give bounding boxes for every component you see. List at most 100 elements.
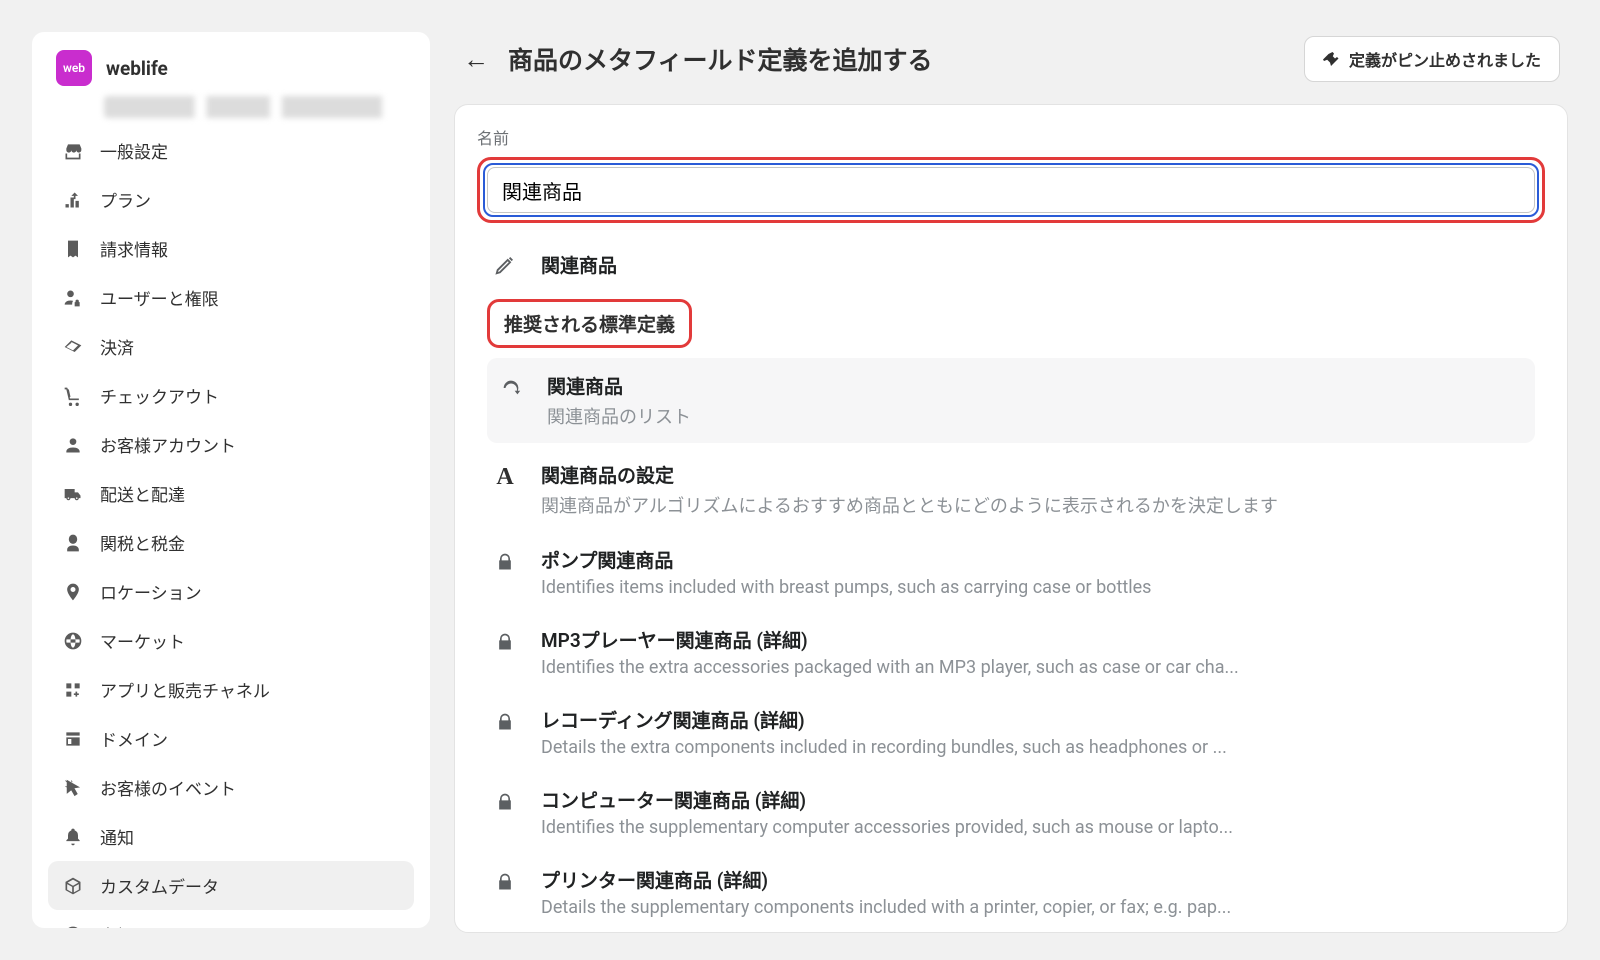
suggestion-desc: Details the supplementary components inc…: [541, 897, 1531, 918]
pencil-icon: [491, 251, 519, 279]
suggestion-item[interactable]: 関連商品関連商品のリスト: [487, 358, 1535, 443]
sidebar-item-cursor[interactable]: お客様のイベント: [48, 763, 414, 812]
name-field-label: 名前: [477, 125, 1545, 149]
sidebar-item-label: 言語: [100, 922, 134, 928]
create-option[interactable]: 関連商品: [473, 235, 1549, 293]
settings-sidebar: web weblife 一般設定プラン請求情報ユーザーと権限決済チェックアウトお…: [32, 32, 430, 928]
suggestion-item[interactable]: コンピューター関連商品 (詳細) Identifies the supplemen…: [473, 772, 1549, 852]
loop-icon: [497, 374, 525, 402]
sidebar-item-cart[interactable]: チェックアウト: [48, 371, 414, 420]
back-button[interactable]: ←: [462, 45, 490, 73]
font-icon: A: [491, 463, 519, 491]
suggestion-desc: 関連商品のリスト: [547, 403, 1525, 429]
suggestion-desc: 関連商品がアルゴリズムによるおすすめ商品とともにどのように表示されるかを決定しま…: [541, 492, 1531, 518]
sidebar-item-label: カスタムデータ: [100, 873, 219, 898]
suggestion-item[interactable]: A 関連商品の設定関連商品がアルゴリズムによるおすすめ商品とともにどのように表示さ…: [473, 447, 1549, 532]
package-icon: [62, 875, 84, 897]
sidebar-item-store[interactable]: 一般設定: [48, 126, 414, 175]
sidebar-item-label: 配送と配達: [100, 481, 185, 506]
sidebar-item-globe[interactable]: マーケット: [48, 616, 414, 665]
domain-icon: [62, 728, 84, 750]
suggestion-item[interactable]: MP3プレーヤー関連商品 (詳細) Identifies the extra ac…: [473, 612, 1549, 692]
suggestion-desc: Identifies items included with breast pu…: [541, 577, 1531, 598]
sidebar-item-truck[interactable]: 配送と配達: [48, 469, 414, 518]
create-option-label: 関連商品: [541, 251, 1531, 278]
pinned-toast-label: 定義がピン止めされました: [1349, 47, 1541, 71]
cursor-icon: [62, 777, 84, 799]
lang-icon: [62, 924, 84, 929]
autocomplete-dropdown: 関連商品 推奨される標準定義 関連商品関連商品のリスト A 関連商品の設定関連商品が…: [473, 235, 1549, 932]
apps-icon: [62, 679, 84, 701]
bell-icon: [62, 826, 84, 848]
sidebar-item-label: 関税と税金: [100, 530, 185, 555]
suggestion-title: ポンプ関連商品: [541, 546, 1531, 573]
page-header: ← 商品のメタフィールド定義を追加する 定義がピン止めされました: [454, 32, 1568, 86]
sidebar-item-tax[interactable]: 関税と税金: [48, 518, 414, 567]
cart-icon: [62, 385, 84, 407]
suggestion-desc: Identifies the extra accessories package…: [541, 657, 1531, 678]
plan-icon: [62, 189, 84, 211]
brand-badge: web: [56, 50, 92, 86]
definition-card: 名前 関連商品 推奨される標準定義 関連商品関連商品のリストA関連商品の設定関連…: [454, 104, 1568, 933]
sidebar-item-label: アプリと販売チャネル: [100, 677, 270, 702]
pinned-toast: 定義がピン止めされました: [1304, 36, 1560, 82]
suggestion-item[interactable]: ポンプ関連商品 Identifies items included with br…: [473, 532, 1549, 612]
sidebar-item-label: ロケーション: [100, 579, 202, 604]
suggestion-title: MP3プレーヤー関連商品 (詳細): [541, 626, 1531, 653]
customer-icon: [62, 434, 84, 456]
lock-icon: [491, 788, 519, 816]
sidebar-item-customer[interactable]: お客様アカウント: [48, 420, 414, 469]
suggestion-title: レコーディング関連商品 (詳細): [541, 706, 1531, 733]
lock-icon: [491, 708, 519, 736]
suggestion-title: 関連商品の設定: [541, 461, 1531, 488]
sidebar-item-label: チェックアウト: [100, 383, 219, 408]
page-title: 商品のメタフィールド定義を追加する: [508, 41, 1286, 77]
payment-icon: [62, 336, 84, 358]
suggestion-list: 関連商品関連商品のリスト A 関連商品の設定関連商品がアルゴリズムによるおすすめ商品…: [473, 358, 1549, 932]
suggestion-item[interactable]: プリンター関連商品 (詳細) Details the supplementary …: [473, 852, 1549, 932]
pin-icon: [62, 581, 84, 603]
sidebar-item-bell[interactable]: 通知: [48, 812, 414, 861]
brand-subtext-blurred: [32, 96, 430, 122]
sidebar-item-label: お客様アカウント: [100, 432, 236, 457]
sidebar-item-package[interactable]: カスタムデータ: [48, 861, 414, 910]
suggestion-desc: Details the extra components included in…: [541, 737, 1531, 758]
sidebar-item-plan[interactable]: プラン: [48, 175, 414, 224]
truck-icon: [62, 483, 84, 505]
globe-icon: [62, 630, 84, 652]
sidebar-item-payment[interactable]: 決済: [48, 322, 414, 371]
sidebar-item-label: プラン: [100, 187, 151, 212]
suggestion-title: コンピューター関連商品 (詳細): [541, 786, 1531, 813]
settings-nav: 一般設定プラン請求情報ユーザーと権限決済チェックアウトお客様アカウント配送と配達…: [32, 122, 430, 928]
name-field-focusring: [483, 163, 1539, 217]
suggestion-desc: Identifies the supplementary computer ac…: [541, 817, 1531, 838]
suggestion-title: 関連商品: [547, 372, 1525, 399]
store-icon: [62, 140, 84, 162]
sidebar-item-lang[interactable]: 言語: [48, 910, 414, 928]
sidebar-item-user-lock[interactable]: ユーザーと権限: [48, 273, 414, 322]
sidebar-item-label: 一般設定: [100, 138, 168, 163]
sidebar-item-pin[interactable]: ロケーション: [48, 567, 414, 616]
name-field-highlight: [477, 157, 1545, 223]
pin-icon: [1323, 51, 1339, 67]
lock-icon: [491, 548, 519, 576]
suggestion-title: プリンター関連商品 (詳細): [541, 866, 1531, 893]
lock-icon: [491, 868, 519, 896]
sidebar-item-label: 通知: [100, 824, 134, 849]
sidebar-item-label: 請求情報: [100, 236, 168, 261]
sidebar-item-label: マーケット: [100, 628, 185, 653]
sidebar-item-apps[interactable]: アプリと販売チャネル: [48, 665, 414, 714]
brand-name: weblife: [106, 57, 168, 80]
tax-icon: [62, 532, 84, 554]
sidebar-item-label: お客様のイベント: [100, 775, 236, 800]
sidebar-item-label: ユーザーと権限: [100, 285, 219, 310]
main-content: ← 商品のメタフィールド定義を追加する 定義がピン止めされました 名前: [454, 32, 1568, 928]
sidebar-item-label: ドメイン: [100, 726, 168, 751]
recommended-section-header: 推奨される標準定義: [487, 299, 692, 348]
lock-icon: [491, 628, 519, 656]
sidebar-item-domain[interactable]: ドメイン: [48, 714, 414, 763]
suggestion-item[interactable]: レコーディング関連商品 (詳細) Details the extra compon…: [473, 692, 1549, 772]
user-lock-icon: [62, 287, 84, 309]
name-input[interactable]: [487, 167, 1535, 213]
sidebar-item-receipt[interactable]: 請求情報: [48, 224, 414, 273]
